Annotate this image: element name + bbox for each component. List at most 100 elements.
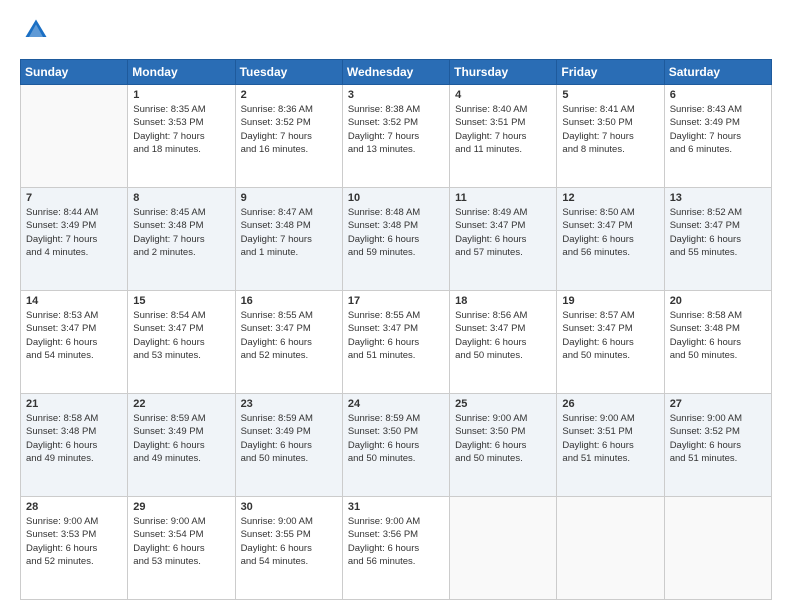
- day-number: 1: [133, 89, 229, 101]
- day-number: 28: [26, 501, 122, 513]
- day-number: 17: [348, 295, 444, 307]
- calendar-cell: 6Sunrise: 8:43 AM Sunset: 3:49 PM Daylig…: [664, 85, 771, 188]
- calendar-cell: 18 Sunrise: 8:56 AM Sunset: 3:47 PM Dayli…: [450, 291, 557, 394]
- calendar-cell: 23 Sunrise: 8:59 AM Sunset: 3:49 PM Dayli…: [235, 394, 342, 497]
- calendar-cell: 7 Sunrise: 8:44 AM Sunset: 3:49 PM Daylig…: [21, 188, 128, 291]
- day-info: Sunrise: 8:59 AM Sunset: 3:49 PM Dayligh…: [241, 412, 337, 465]
- day-info: Sunrise: 8:59 AM Sunset: 3:50 PM Dayligh…: [348, 412, 444, 465]
- day-info: Sunrise: 9:00 AM Sunset: 3:51 PM Dayligh…: [562, 412, 658, 465]
- day-number: 2: [241, 89, 337, 101]
- calendar-cell: 21 Sunrise: 8:58 AM Sunset: 3:48 PM Dayli…: [21, 394, 128, 497]
- header: [20, 16, 772, 49]
- day-info: Sunrise: 8:40 AM Sunset: 3:51 PM Dayligh…: [455, 103, 551, 156]
- day-number: 13: [670, 192, 766, 204]
- day-info: Sunrise: 9:00 AM Sunset: 3:55 PM Dayligh…: [241, 515, 337, 568]
- day-number: 16: [241, 295, 337, 307]
- calendar-cell: 13 Sunrise: 8:52 AM Sunset: 3:47 PM Dayli…: [664, 188, 771, 291]
- logo: [20, 16, 54, 49]
- day-number: 19: [562, 295, 658, 307]
- day-number: 4: [455, 89, 551, 101]
- calendar-table: SundayMondayTuesdayWednesdayThursdayFrid…: [20, 59, 772, 600]
- calendar-cell: 11 Sunrise: 8:49 AM Sunset: 3:47 PM Dayli…: [450, 188, 557, 291]
- calendar-header-row: SundayMondayTuesdayWednesdayThursdayFrid…: [21, 60, 772, 85]
- calendar-cell: 20 Sunrise: 8:58 AM Sunset: 3:48 PM Dayli…: [664, 291, 771, 394]
- day-info: Sunrise: 8:35 AM Sunset: 3:53 PM Dayligh…: [133, 103, 229, 156]
- day-info: Sunrise: 8:48 AM Sunset: 3:48 PM Dayligh…: [348, 206, 444, 259]
- day-number: 5: [562, 89, 658, 101]
- day-number: 8: [133, 192, 229, 204]
- day-info: Sunrise: 8:41 AM Sunset: 3:50 PM Dayligh…: [562, 103, 658, 156]
- day-info: Sunrise: 8:55 AM Sunset: 3:47 PM Dayligh…: [241, 309, 337, 362]
- weekday-header-monday: Monday: [128, 60, 235, 85]
- day-info: Sunrise: 8:58 AM Sunset: 3:48 PM Dayligh…: [26, 412, 122, 465]
- day-number: 22: [133, 398, 229, 410]
- day-number: 23: [241, 398, 337, 410]
- day-number: 26: [562, 398, 658, 410]
- day-info: Sunrise: 8:54 AM Sunset: 3:47 PM Dayligh…: [133, 309, 229, 362]
- page: SundayMondayTuesdayWednesdayThursdayFrid…: [0, 0, 792, 612]
- calendar-week-row: 1 Sunrise: 8:35 AM Sunset: 3:53 PM Daylig…: [21, 85, 772, 188]
- day-number: 27: [670, 398, 766, 410]
- logo-icon: [22, 16, 50, 44]
- calendar-cell: 14Sunrise: 8:53 AM Sunset: 3:47 PM Dayli…: [21, 291, 128, 394]
- day-info: Sunrise: 8:43 AM Sunset: 3:49 PM Dayligh…: [670, 103, 766, 156]
- weekday-header-saturday: Saturday: [664, 60, 771, 85]
- calendar-cell: 1 Sunrise: 8:35 AM Sunset: 3:53 PM Daylig…: [128, 85, 235, 188]
- day-info: Sunrise: 8:49 AM Sunset: 3:47 PM Dayligh…: [455, 206, 551, 259]
- day-number: 15: [133, 295, 229, 307]
- calendar-week-row: 7 Sunrise: 8:44 AM Sunset: 3:49 PM Daylig…: [21, 188, 772, 291]
- day-number: 10: [348, 192, 444, 204]
- day-info: Sunrise: 9:00 AM Sunset: 3:50 PM Dayligh…: [455, 412, 551, 465]
- calendar-cell: 19Sunrise: 8:57 AM Sunset: 3:47 PM Dayli…: [557, 291, 664, 394]
- calendar-cell: 5 Sunrise: 8:41 AM Sunset: 3:50 PM Daylig…: [557, 85, 664, 188]
- weekday-header-thursday: Thursday: [450, 60, 557, 85]
- calendar-week-row: 14Sunrise: 8:53 AM Sunset: 3:47 PM Dayli…: [21, 291, 772, 394]
- calendar-cell: 2 Sunrise: 8:36 AM Sunset: 3:52 PM Daylig…: [235, 85, 342, 188]
- calendar-cell: [664, 497, 771, 600]
- day-number: 18: [455, 295, 551, 307]
- day-number: 25: [455, 398, 551, 410]
- calendar-cell: 10 Sunrise: 8:48 AM Sunset: 3:48 PM Dayli…: [342, 188, 449, 291]
- day-number: 12: [562, 192, 658, 204]
- calendar-cell: 25 Sunrise: 9:00 AM Sunset: 3:50 PM Dayli…: [450, 394, 557, 497]
- calendar-cell: 29 Sunrise: 9:00 AM Sunset: 3:54 PM Dayli…: [128, 497, 235, 600]
- day-info: Sunrise: 8:38 AM Sunset: 3:52 PM Dayligh…: [348, 103, 444, 156]
- calendar-cell: 15 Sunrise: 8:54 AM Sunset: 3:47 PM Dayli…: [128, 291, 235, 394]
- day-number: 11: [455, 192, 551, 204]
- calendar-cell: [450, 497, 557, 600]
- day-info: Sunrise: 9:00 AM Sunset: 3:54 PM Dayligh…: [133, 515, 229, 568]
- day-info: Sunrise: 8:44 AM Sunset: 3:49 PM Dayligh…: [26, 206, 122, 259]
- day-number: 7: [26, 192, 122, 204]
- day-info: Sunrise: 9:00 AM Sunset: 3:53 PM Dayligh…: [26, 515, 122, 568]
- weekday-header-friday: Friday: [557, 60, 664, 85]
- calendar-cell: [557, 497, 664, 600]
- day-number: 24: [348, 398, 444, 410]
- day-info: Sunrise: 8:36 AM Sunset: 3:52 PM Dayligh…: [241, 103, 337, 156]
- calendar-cell: 4 Sunrise: 8:40 AM Sunset: 3:51 PM Daylig…: [450, 85, 557, 188]
- day-number: 21: [26, 398, 122, 410]
- day-info: Sunrise: 8:56 AM Sunset: 3:47 PM Dayligh…: [455, 309, 551, 362]
- day-number: 20: [670, 295, 766, 307]
- day-info: Sunrise: 8:52 AM Sunset: 3:47 PM Dayligh…: [670, 206, 766, 259]
- calendar-week-row: 21 Sunrise: 8:58 AM Sunset: 3:48 PM Dayli…: [21, 394, 772, 497]
- calendar-cell: 9 Sunrise: 8:47 AM Sunset: 3:48 PM Daylig…: [235, 188, 342, 291]
- day-number: 9: [241, 192, 337, 204]
- day-info: Sunrise: 8:50 AM Sunset: 3:47 PM Dayligh…: [562, 206, 658, 259]
- day-info: Sunrise: 8:59 AM Sunset: 3:49 PM Dayligh…: [133, 412, 229, 465]
- calendar-cell: 17 Sunrise: 8:55 AM Sunset: 3:47 PM Dayli…: [342, 291, 449, 394]
- day-info: Sunrise: 8:47 AM Sunset: 3:48 PM Dayligh…: [241, 206, 337, 259]
- day-number: 14: [26, 295, 122, 307]
- calendar-cell: 22 Sunrise: 8:59 AM Sunset: 3:49 PM Dayli…: [128, 394, 235, 497]
- calendar-cell: 27 Sunrise: 9:00 AM Sunset: 3:52 PM Dayli…: [664, 394, 771, 497]
- day-number: 3: [348, 89, 444, 101]
- calendar-cell: 8 Sunrise: 8:45 AM Sunset: 3:48 PM Daylig…: [128, 188, 235, 291]
- day-number: 29: [133, 501, 229, 513]
- calendar-cell: 28 Sunrise: 9:00 AM Sunset: 3:53 PM Dayli…: [21, 497, 128, 600]
- day-info: Sunrise: 9:00 AM Sunset: 3:52 PM Dayligh…: [670, 412, 766, 465]
- weekday-header-tuesday: Tuesday: [235, 60, 342, 85]
- day-info: Sunrise: 8:55 AM Sunset: 3:47 PM Dayligh…: [348, 309, 444, 362]
- calendar-cell: [21, 85, 128, 188]
- weekday-header-sunday: Sunday: [21, 60, 128, 85]
- day-info: Sunrise: 8:58 AM Sunset: 3:48 PM Dayligh…: [670, 309, 766, 362]
- day-info: Sunrise: 8:45 AM Sunset: 3:48 PM Dayligh…: [133, 206, 229, 259]
